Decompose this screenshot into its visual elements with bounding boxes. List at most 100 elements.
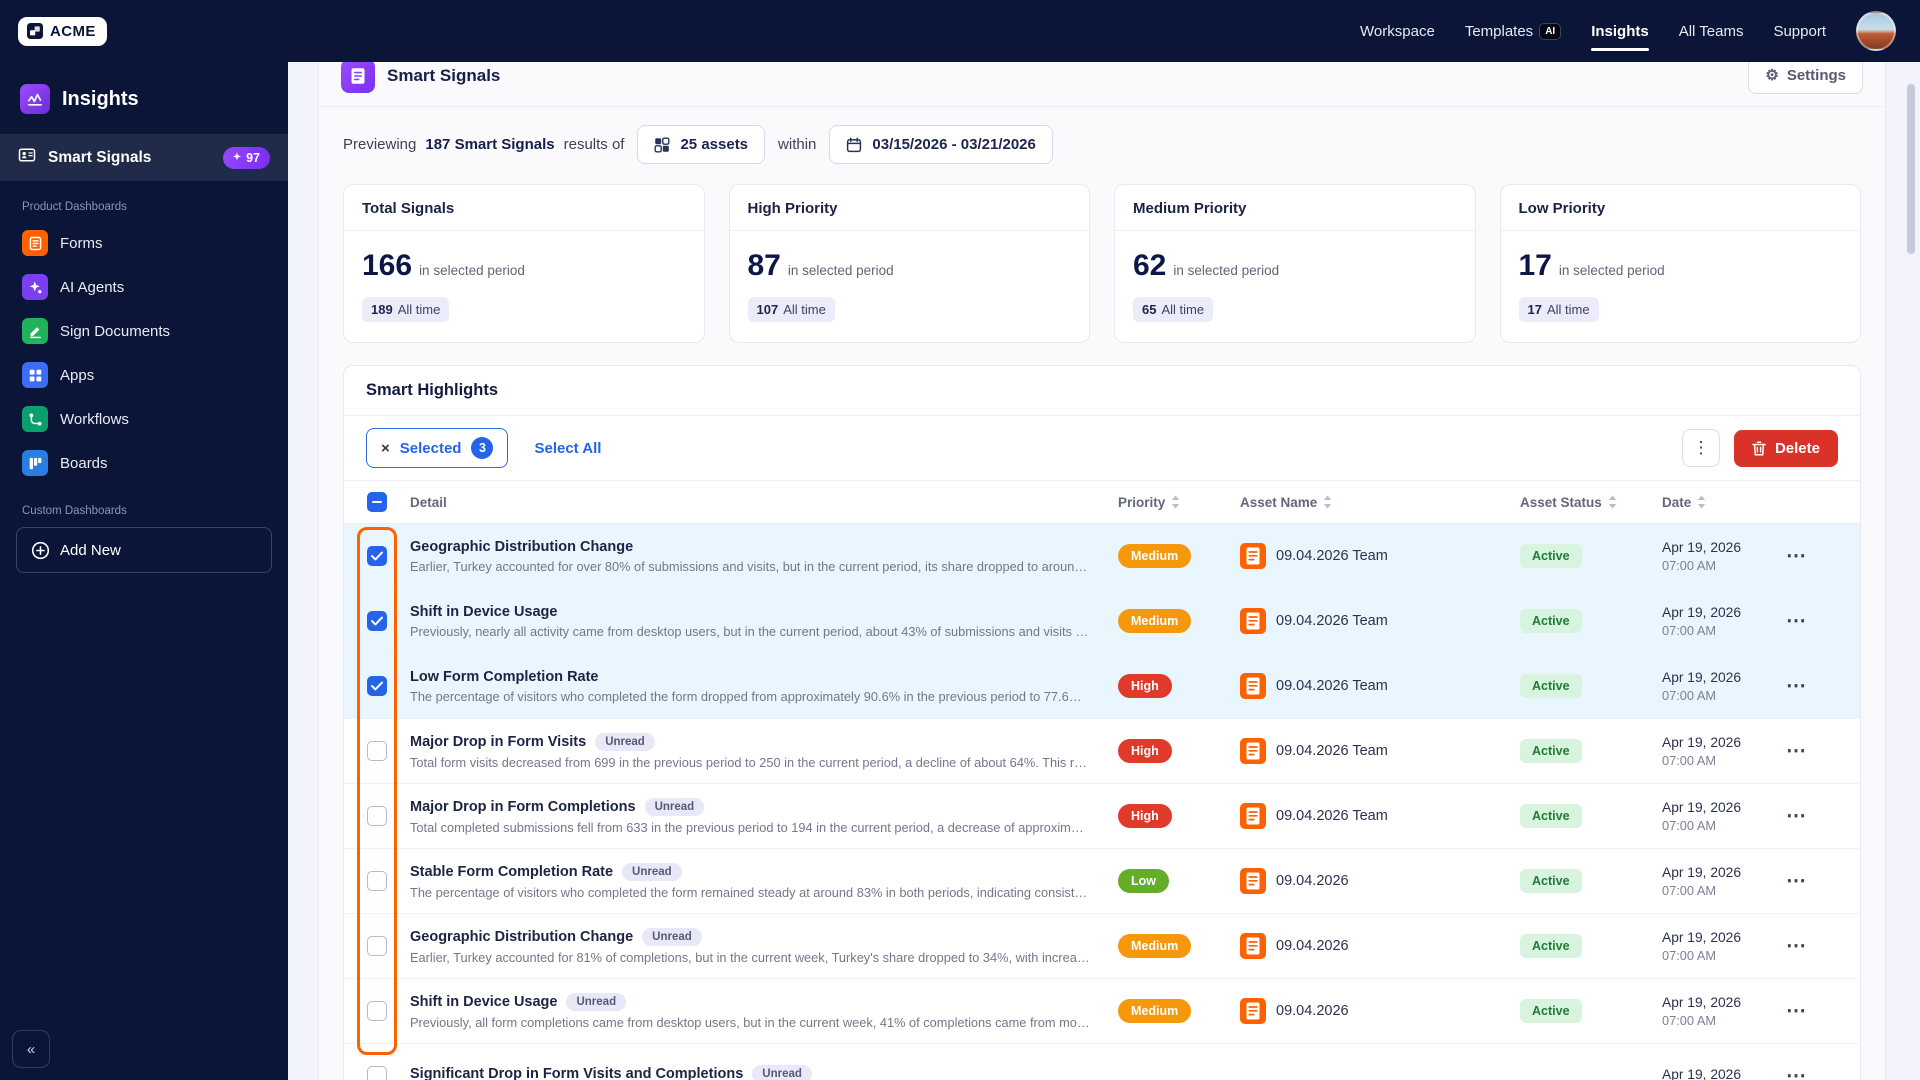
row-description: The percentage of visitors who completed… bbox=[410, 885, 1090, 900]
row-date: Apr 19, 2026 bbox=[1662, 540, 1786, 555]
stat-suffix: in selected period bbox=[788, 263, 894, 278]
row-checkbox[interactable] bbox=[367, 1001, 387, 1021]
row-description: Previously, nearly all activity came fro… bbox=[410, 624, 1090, 639]
nav-support[interactable]: Support bbox=[1773, 0, 1826, 62]
sidebar-item-label: Smart Signals bbox=[48, 149, 211, 167]
user-avatar[interactable] bbox=[1856, 11, 1896, 51]
stats-row: Total Signals166in selected period189All… bbox=[343, 184, 1861, 343]
date-range-dropdown[interactable]: 03/15/2026 - 03/21/2026 bbox=[829, 125, 1052, 164]
sidebar-item-workflows[interactable]: Workflows bbox=[16, 397, 272, 441]
row-checkbox[interactable] bbox=[367, 871, 387, 891]
smart-highlights-title: Smart Highlights bbox=[344, 366, 1860, 416]
table-row[interactable]: Major Drop in Form VisitsUnreadTotal for… bbox=[344, 719, 1860, 784]
row-checkbox[interactable] bbox=[367, 546, 387, 566]
settings-button[interactable]: ⚙ Settings bbox=[1748, 62, 1863, 94]
row-checkbox[interactable] bbox=[367, 676, 387, 696]
row-actions-button[interactable]: ⋯ bbox=[1786, 741, 1807, 761]
row-checkbox[interactable] bbox=[367, 936, 387, 956]
sidebar-header: Insights bbox=[16, 76, 272, 134]
row-checkbox[interactable] bbox=[367, 741, 387, 761]
table-row[interactable]: Major Drop in Form CompletionsUnreadTota… bbox=[344, 784, 1860, 849]
select-all-link[interactable]: Select All bbox=[534, 440, 601, 457]
sidebar-item-apps[interactable]: Apps bbox=[16, 353, 272, 397]
stat-alltime-badge: 65All time bbox=[1133, 297, 1213, 322]
unread-badge: Unread bbox=[622, 863, 682, 881]
preview-within: within bbox=[778, 136, 816, 153]
table-row[interactable]: Geographic Distribution ChangeUnreadEarl… bbox=[344, 914, 1860, 979]
sort-icon[interactable] bbox=[1697, 495, 1706, 509]
sidebar-item-label: AI Agents bbox=[60, 279, 124, 296]
row-description: Total completed submissions fell from 63… bbox=[410, 820, 1090, 835]
nav-templates[interactable]: TemplatesAI bbox=[1465, 0, 1561, 62]
stat-suffix: in selected period bbox=[1559, 263, 1665, 278]
nav-label: All Teams bbox=[1679, 23, 1744, 40]
table-row[interactable]: Geographic Distribution ChangeEarlier, T… bbox=[344, 524, 1860, 589]
nav-all-teams[interactable]: All Teams bbox=[1679, 0, 1744, 62]
row-actions-button[interactable]: ⋯ bbox=[1786, 806, 1807, 826]
section-label-product-dashboards: Product Dashboards bbox=[22, 201, 266, 213]
asset-name: 09.04.2026 bbox=[1276, 1003, 1349, 1019]
row-time: 07:00 AM bbox=[1662, 818, 1786, 833]
section-label-custom-dashboards: Custom Dashboards bbox=[22, 505, 266, 517]
sort-icon[interactable] bbox=[1608, 495, 1617, 509]
nav-insights[interactable]: Insights bbox=[1591, 0, 1649, 62]
plus-circle-icon bbox=[31, 541, 50, 560]
kebab-icon: ⋮ bbox=[1692, 438, 1709, 458]
row-actions-button[interactable]: ⋯ bbox=[1786, 546, 1807, 566]
sort-icon[interactable] bbox=[1171, 495, 1180, 509]
ai-badge: AI bbox=[1539, 23, 1561, 40]
selected-label: Selected bbox=[400, 440, 462, 457]
row-actions-button[interactable]: ⋯ bbox=[1786, 611, 1807, 631]
row-checkbox[interactable] bbox=[367, 806, 387, 826]
column-header-priority[interactable]: Priority bbox=[1118, 495, 1240, 510]
nav-workspace[interactable]: Workspace bbox=[1360, 0, 1435, 62]
badge-count: 97 bbox=[246, 151, 260, 165]
row-actions-button[interactable]: ⋯ bbox=[1786, 1001, 1807, 1021]
scrollbar-thumb[interactable] bbox=[1907, 84, 1915, 254]
sidebar-item-sign-documents[interactable]: Sign Documents bbox=[16, 309, 272, 353]
row-title: Geographic Distribution Change bbox=[410, 929, 633, 945]
sidebar-item-label: Apps bbox=[60, 367, 94, 384]
date-range-value: 03/15/2026 - 03/21/2026 bbox=[872, 136, 1035, 153]
row-actions-button[interactable]: ⋯ bbox=[1786, 871, 1807, 891]
row-actions-button[interactable]: ⋯ bbox=[1786, 1066, 1807, 1080]
table-row[interactable]: Stable Form Completion Rate Unread The per… bbox=[344, 849, 1860, 914]
row-title: Stable Form Completion Rate bbox=[410, 864, 613, 880]
select-all-checkbox[interactable] bbox=[367, 492, 387, 512]
delete-button[interactable]: Delete bbox=[1734, 430, 1838, 467]
row-time: 07:00 AM bbox=[1662, 1013, 1786, 1028]
form-asset-icon bbox=[1240, 803, 1266, 829]
row-checkbox[interactable] bbox=[367, 611, 387, 631]
sidebar-product-items: Forms AI Agents Sign Documents Apps Workflow… bbox=[16, 221, 272, 485]
sidebar-item-label: Boards bbox=[60, 455, 108, 472]
row-checkbox[interactable] bbox=[367, 1066, 387, 1080]
column-header-asset-status[interactable]: Asset Status bbox=[1520, 495, 1662, 510]
page-header: Smart Signals ⚙ Settings bbox=[319, 62, 1885, 107]
table-row[interactable]: Significant Drop in Form Visits and Comp… bbox=[344, 1044, 1860, 1080]
boards-icon bbox=[22, 450, 48, 476]
column-header-date[interactable]: Date bbox=[1662, 495, 1786, 510]
selected-filter-button[interactable]: × Selected 3 bbox=[366, 428, 508, 468]
row-time: 07:00 AM bbox=[1662, 688, 1786, 703]
table-row[interactable]: Low Form Completion RateThe percentage o… bbox=[344, 654, 1860, 719]
preview-bar: Previewing 187 Smart Signals results of … bbox=[343, 125, 1861, 164]
more-options-button[interactable]: ⋮ bbox=[1682, 429, 1720, 467]
delete-label: Delete bbox=[1775, 440, 1820, 457]
row-actions-button[interactable]: ⋯ bbox=[1786, 936, 1807, 956]
sidebar-item-forms[interactable]: Forms bbox=[16, 221, 272, 265]
row-description: Previously, all form completions came fr… bbox=[410, 1015, 1090, 1030]
sidebar-item-boards[interactable]: Boards bbox=[16, 441, 272, 485]
row-title: Major Drop in Form Completions bbox=[410, 799, 636, 815]
sidebar-item-ai-agents[interactable]: AI Agents bbox=[16, 265, 272, 309]
column-header-asset-name[interactable]: Asset Name bbox=[1240, 495, 1520, 510]
brand-logo[interactable]: ACME bbox=[18, 17, 107, 46]
table-row[interactable]: Shift in Device UsageUnreadPreviously, a… bbox=[344, 979, 1860, 1044]
sort-icon[interactable] bbox=[1323, 495, 1332, 509]
row-description: Total form visits decreased from 699 in … bbox=[410, 755, 1090, 770]
row-actions-button[interactable]: ⋯ bbox=[1786, 676, 1807, 696]
sidebar-collapse-button[interactable]: « bbox=[12, 1030, 50, 1068]
table-row[interactable]: Shift in Device UsagePreviously, nearly … bbox=[344, 589, 1860, 654]
assets-dropdown[interactable]: 25 assets bbox=[637, 125, 765, 164]
sidebar-item-smart-signals[interactable]: Smart Signals ✦ 97 bbox=[0, 134, 288, 181]
add-new-button[interactable]: Add New bbox=[16, 527, 272, 573]
